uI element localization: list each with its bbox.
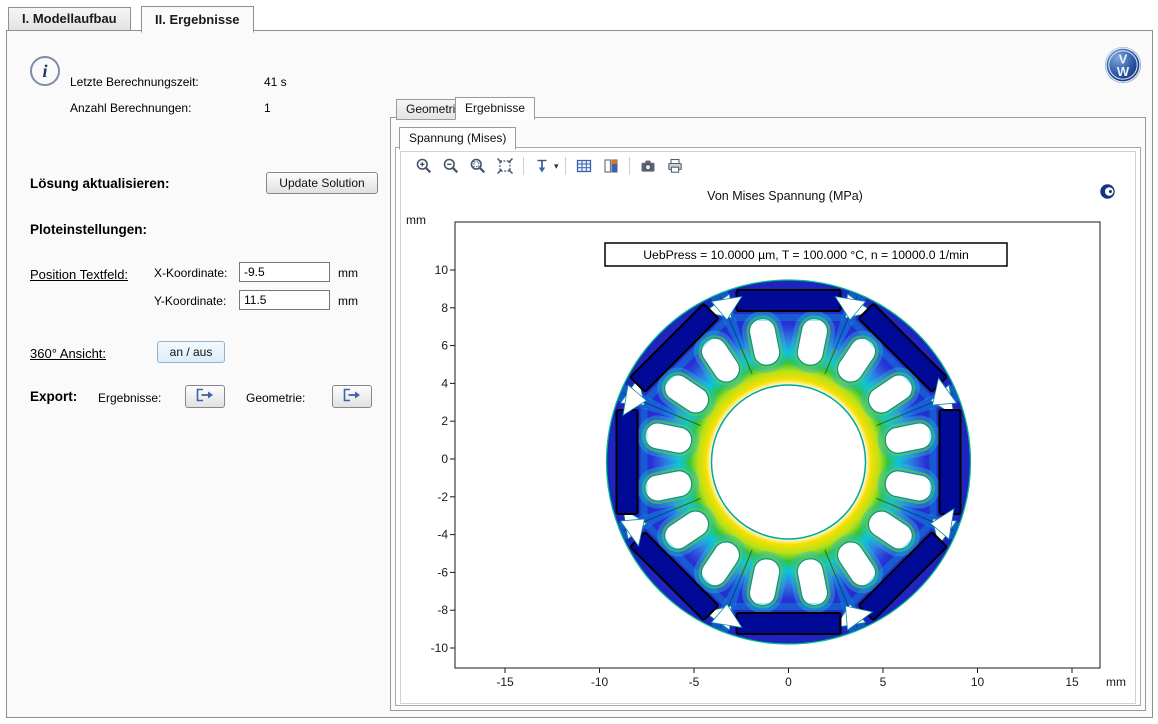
svg-text:-8: -8 xyxy=(437,603,448,617)
position-textfield-label: Position Textfeld: xyxy=(30,267,128,282)
svg-text:-15: -15 xyxy=(496,675,514,689)
view-360-label: 360° Ansicht: xyxy=(30,346,106,361)
computation-count-label: Anzahl Berechnungen: xyxy=(70,101,191,115)
print-icon[interactable] xyxy=(663,154,687,178)
svg-text:8: 8 xyxy=(441,301,448,315)
x-tick-labels: -15 -10 -5 0 5 10 15 mm xyxy=(496,675,1126,689)
zoom-selection-icon[interactable] xyxy=(466,154,490,178)
svg-text:0: 0 xyxy=(441,452,448,466)
computation-count-value: 1 xyxy=(264,101,271,115)
export-icon xyxy=(195,388,215,402)
last-computation-value: 41 s xyxy=(264,75,287,89)
y-coordinate-label: Y-Koordinate: xyxy=(154,294,226,308)
svg-text:4: 4 xyxy=(441,376,448,390)
svg-text:10: 10 xyxy=(435,263,449,277)
app-window: I. Modellaufbau II. Ergebnisse i Letzte … xyxy=(0,0,1158,724)
export-geometry-label: Geometrie: xyxy=(246,391,305,405)
svg-text:W: W xyxy=(1117,64,1130,79)
vw-logo: V W xyxy=(1104,46,1142,84)
export-icon xyxy=(342,388,362,402)
svg-text:2: 2 xyxy=(441,414,448,428)
comsol-logo-icon[interactable] xyxy=(1099,183,1116,200)
y-tick-labels: 10 8 6 4 2 0 -2 -4 -6 -8 -10 xyxy=(431,263,449,655)
update-solution-button[interactable]: Update Solution xyxy=(266,172,378,194)
svg-text:-10: -10 xyxy=(431,641,449,655)
tab-spannung-mises[interactable]: Spannung (Mises) xyxy=(399,127,516,150)
stress-plot-canvas[interactable]: -15 -10 -5 0 5 10 15 mm 10 8 6 4 2 0 -2 … xyxy=(420,215,1130,703)
annotation-text: UebPress = 10.0000 µm, T = 100.000 °C, n… xyxy=(643,248,968,262)
x-coordinate-input[interactable] xyxy=(239,262,330,282)
info-icon: i xyxy=(30,56,60,86)
y-axis-unit: mm xyxy=(406,213,426,227)
svg-text:10: 10 xyxy=(971,675,985,689)
plot-annotation: UebPress = 10.0000 µm, T = 100.000 °C, n… xyxy=(605,243,1007,266)
svg-text:-6: -6 xyxy=(437,565,448,579)
image-snapshot-icon[interactable] xyxy=(636,154,660,178)
x-axis-unit: mm xyxy=(1106,675,1126,689)
export-results-label: Ergebnisse: xyxy=(98,391,161,405)
y-unit-label: mm xyxy=(338,294,358,308)
rotor-cross-section xyxy=(607,280,971,644)
y-coordinate-input[interactable] xyxy=(239,290,330,310)
svg-text:0: 0 xyxy=(785,675,792,689)
zoom-in-icon[interactable] xyxy=(412,154,436,178)
svg-text:-4: -4 xyxy=(437,528,448,542)
last-computation-label: Letzte Berechnungszeit: xyxy=(70,75,199,89)
toolbar-separator xyxy=(523,157,524,175)
svg-text:-2: -2 xyxy=(437,490,448,504)
svg-text:5: 5 xyxy=(880,675,887,689)
plot-title: Von Mises Spannung (MPa) xyxy=(460,189,1110,203)
toolbar-separator xyxy=(565,157,566,175)
export-results-button[interactable] xyxy=(185,385,225,408)
zoom-out-icon[interactable] xyxy=(439,154,463,178)
zoom-extents-icon[interactable] xyxy=(493,154,517,178)
svg-text:15: 15 xyxy=(1065,675,1079,689)
export-geometry-button[interactable] xyxy=(332,385,372,408)
svg-text:6: 6 xyxy=(441,339,448,353)
toolbar-separator xyxy=(629,157,630,175)
svg-text:-10: -10 xyxy=(591,675,609,689)
color-legend-toggle-icon[interactable] xyxy=(599,154,623,178)
view-360-toggle-button[interactable]: an / aus xyxy=(157,341,225,363)
plot-settings-heading: Ploteinstellungen: xyxy=(30,222,147,237)
tab-ergebnisse-plot[interactable]: Ergebnisse xyxy=(455,97,535,120)
export-heading: Export: xyxy=(30,389,77,404)
view-orientation-icon[interactable] xyxy=(530,154,554,178)
view-orientation-dropdown-icon[interactable]: ▾ xyxy=(554,161,559,172)
x-unit-label: mm xyxy=(338,266,358,280)
x-coordinate-label: X-Koordinate: xyxy=(154,266,227,280)
update-solution-label: Lösung aktualisieren: xyxy=(30,176,170,191)
tab-modellaufbau[interactable]: I. Modellaufbau xyxy=(8,7,131,31)
plot-grid-icon[interactable] xyxy=(572,154,596,178)
plot-toolbar: ▾ xyxy=(412,154,687,178)
tab-ergebnisse[interactable]: II. Ergebnisse xyxy=(141,6,254,33)
svg-text:-5: -5 xyxy=(689,675,700,689)
